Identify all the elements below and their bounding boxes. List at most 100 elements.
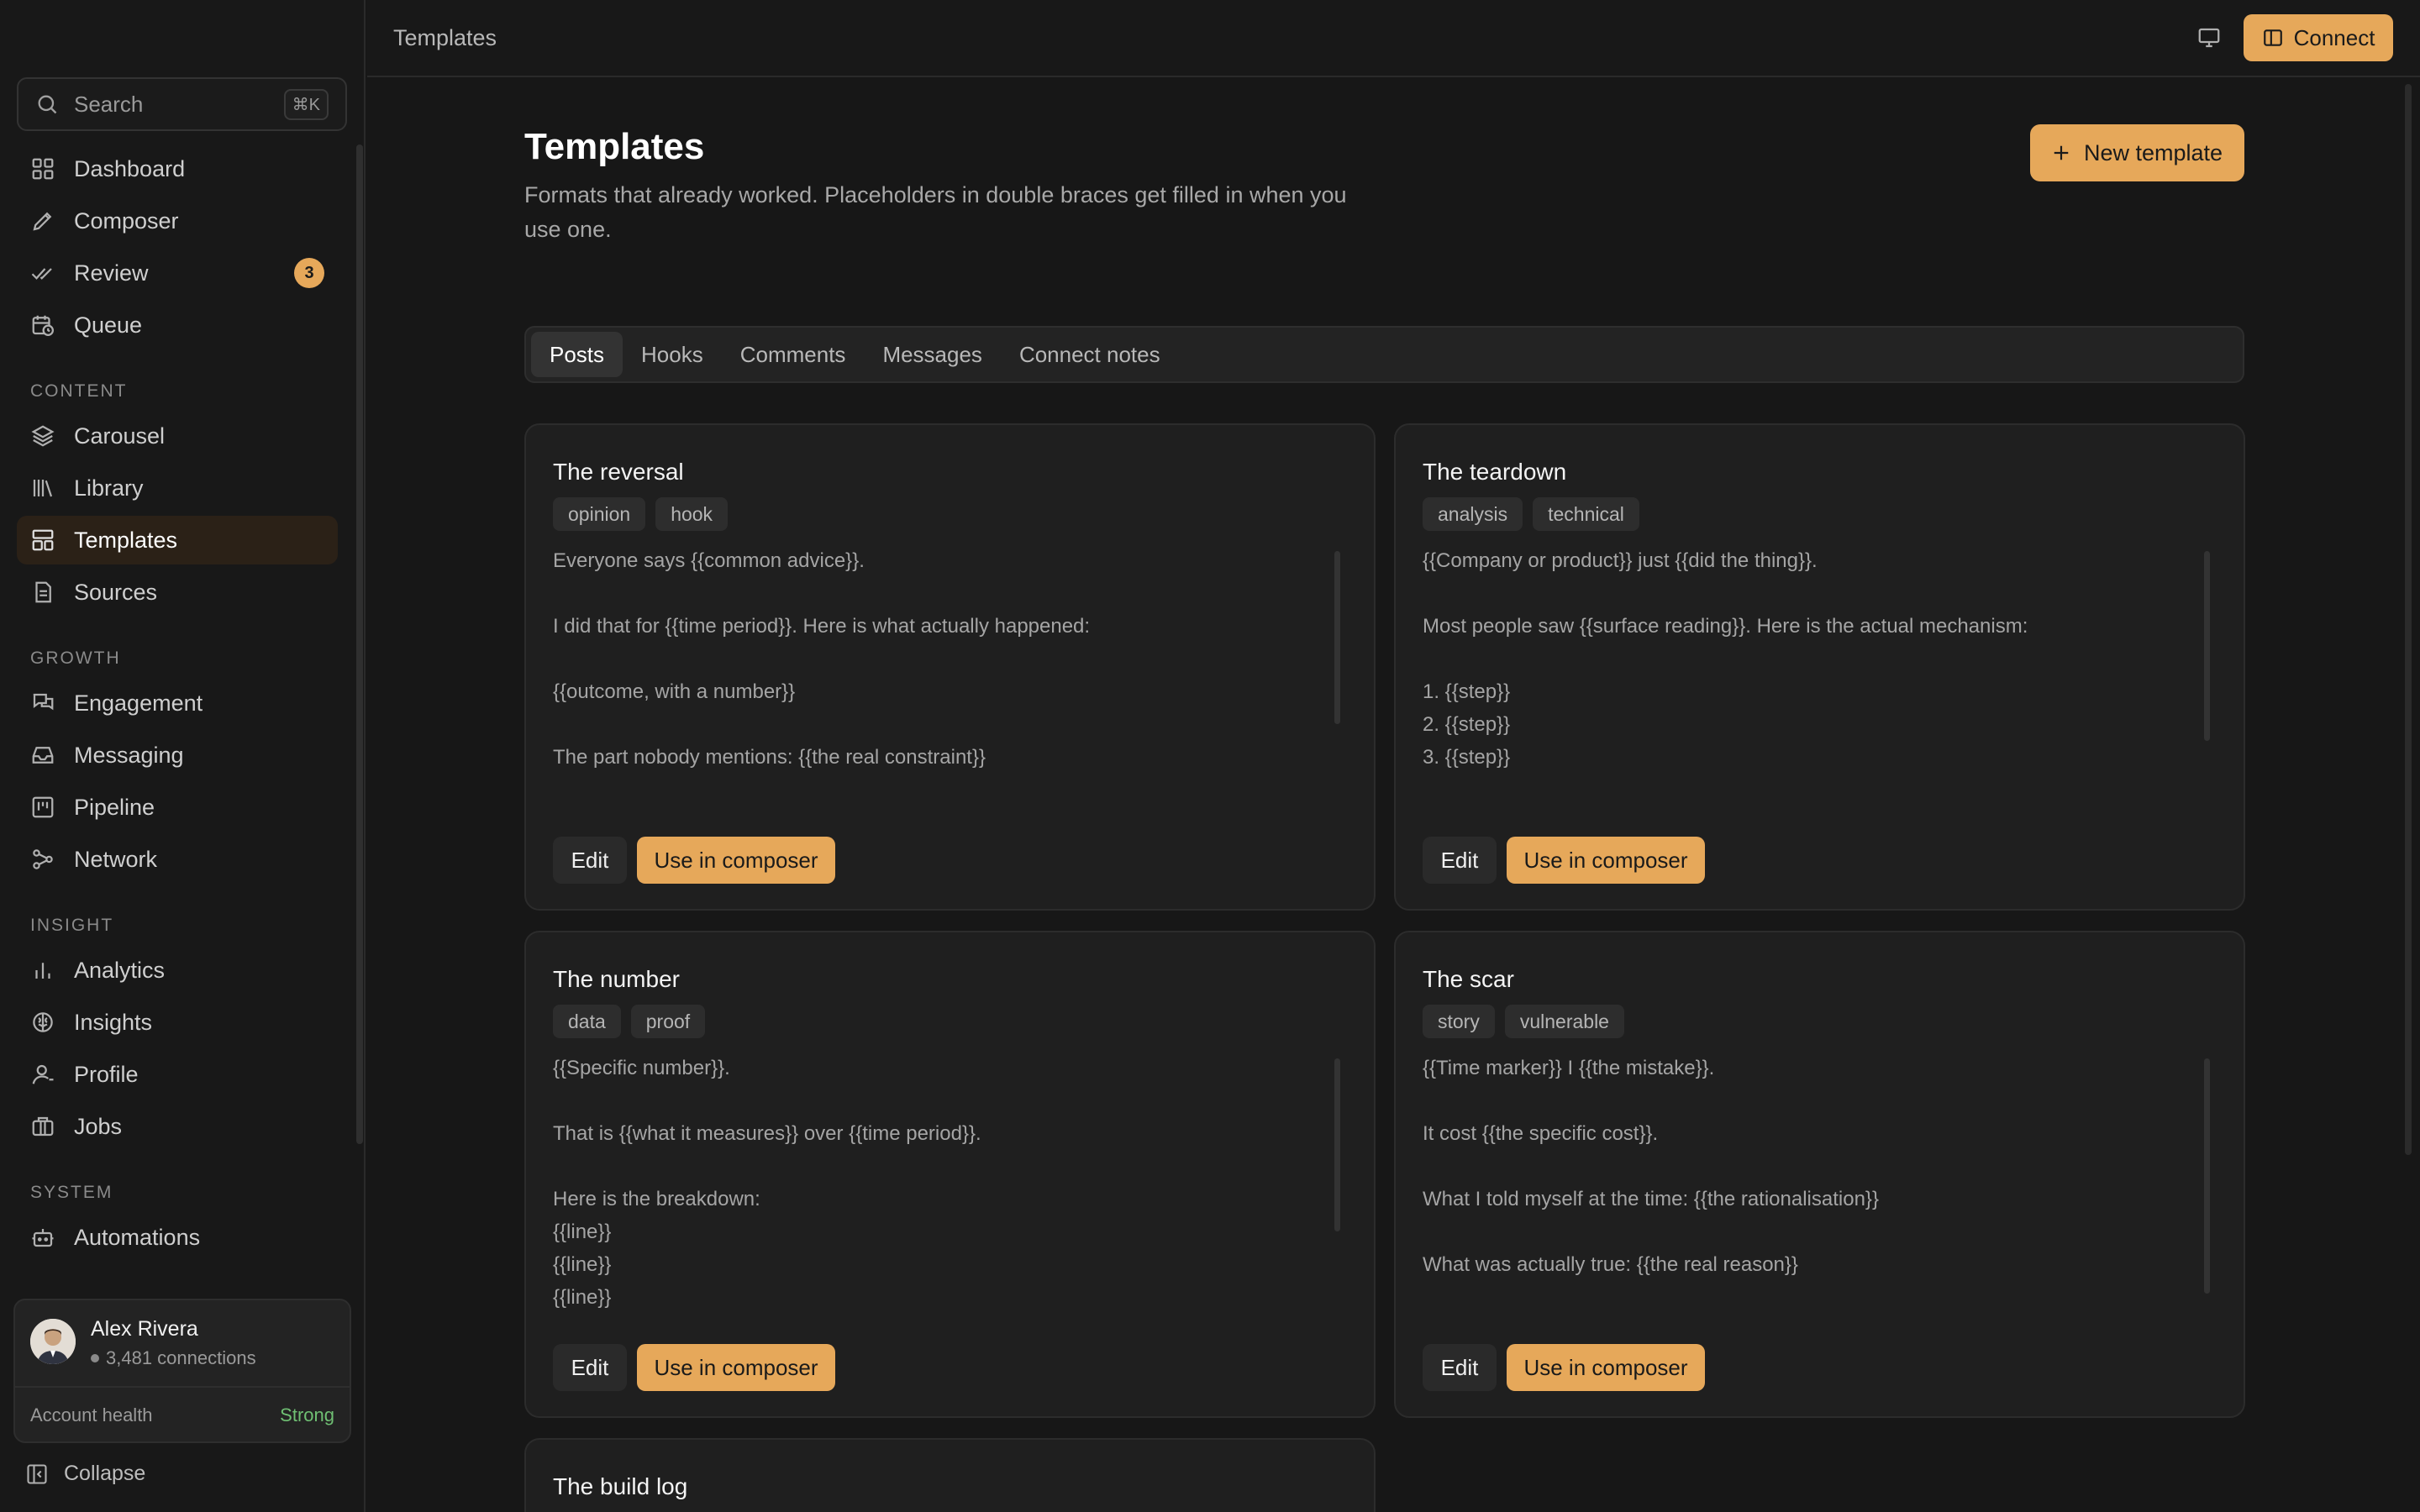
tab-comments[interactable]: Comments xyxy=(722,332,865,377)
sidebar-item-dashboard[interactable]: Dashboard xyxy=(17,144,338,193)
template-tabs: Posts Hooks Comments Messages Connect no… xyxy=(524,326,2244,383)
bot-icon xyxy=(32,1229,54,1247)
template-body: Everyone says {{common advice}}. I did t… xyxy=(553,549,1091,769)
edit-button[interactable]: Edit xyxy=(1423,837,1497,884)
sidebar-item-templates[interactable]: Templates xyxy=(17,516,338,564)
sidebar-item-jobs[interactable]: Jobs xyxy=(17,1102,338,1151)
tag: opinion xyxy=(553,497,646,531)
template-card: The number data proof {{Specific number}… xyxy=(524,931,1376,1418)
sidebar-item-queue[interactable]: Queue xyxy=(17,301,338,349)
bar-chart-icon xyxy=(35,963,50,979)
avatar xyxy=(30,1319,76,1364)
tab-connect-notes[interactable]: Connect notes xyxy=(1001,332,1179,377)
sidebar-item-label: Review xyxy=(74,260,149,286)
sidebar-item-messaging[interactable]: Messaging xyxy=(17,731,338,780)
template-card: The build log xyxy=(524,1438,1376,1512)
review-count-badge: 3 xyxy=(294,258,324,288)
tag: hook xyxy=(655,497,729,531)
new-template-label: New template xyxy=(2083,139,2223,165)
tag: vulnerable xyxy=(1504,1005,1624,1038)
tag-list: data proof xyxy=(553,1005,715,1038)
template-title: The build log xyxy=(553,1473,688,1499)
breadcrumb: Templates xyxy=(393,25,497,50)
template-card: The scar story vulnerable {{Time marker}… xyxy=(1394,931,2245,1418)
file-icon xyxy=(35,581,51,603)
sidebar-item-composer[interactable]: Composer xyxy=(17,197,338,245)
search-icon xyxy=(38,95,57,114)
card-actions: Edit Use in composer xyxy=(553,1344,835,1391)
sidebar-item-pipeline[interactable]: Pipeline xyxy=(17,783,338,832)
kanban-icon xyxy=(32,796,54,818)
sidebar-item-label: Carousel xyxy=(74,423,166,449)
template-body: {{Company or product}} just {{did the th… xyxy=(1423,549,2028,769)
sidebar-item-label: Messaging xyxy=(74,742,184,768)
edit-button[interactable]: Edit xyxy=(553,837,627,884)
sidebar-item-analytics[interactable]: Analytics xyxy=(17,946,338,995)
account-health-label: Account health xyxy=(30,1404,153,1425)
section-heading-content: CONTENT xyxy=(30,381,128,401)
user-icon xyxy=(32,1064,54,1084)
panel-icon xyxy=(2263,29,2282,46)
card-scrollbar[interactable] xyxy=(1334,1058,1340,1231)
card-scrollbar[interactable] xyxy=(2204,1058,2210,1294)
tag-list: story vulnerable xyxy=(1423,1005,1634,1038)
sidebar: Search ⌘K Dashboard Composer Review 3 Qu… xyxy=(0,0,366,1512)
edit-button[interactable]: Edit xyxy=(1423,1344,1497,1391)
section-heading-system: SYSTEM xyxy=(30,1183,113,1202)
template-card: The reversal opinion hook Everyone says … xyxy=(524,423,1376,911)
sidebar-item-carousel[interactable]: Carousel xyxy=(17,412,338,460)
use-in-composer-button[interactable]: Use in composer xyxy=(1507,1344,1705,1391)
user-connections: 3,481 connections xyxy=(91,1347,256,1369)
tab-posts[interactable]: Posts xyxy=(531,332,623,377)
status-dot xyxy=(91,1354,99,1362)
sidebar-item-insights[interactable]: Insights xyxy=(17,998,338,1047)
briefcase-icon xyxy=(32,1116,54,1137)
template-body: {{Specific number}}. That is {{what it m… xyxy=(553,1057,981,1309)
new-template-button[interactable]: New template xyxy=(2030,124,2244,181)
search-shortcut-hint: ⌘K xyxy=(283,88,329,120)
search-box[interactable]: Search ⌘K xyxy=(17,77,347,131)
section-heading-growth: GROWTH xyxy=(30,648,121,668)
sidebar-item-label: Jobs xyxy=(74,1113,123,1139)
sidebar-item-network[interactable]: Network xyxy=(17,835,338,884)
sidebar-item-label: Analytics xyxy=(74,957,166,983)
sidebar-item-engagement[interactable]: Engagement xyxy=(17,679,338,727)
sidebar-item-label: Profile xyxy=(74,1061,139,1087)
sidebar-item-library[interactable]: Library xyxy=(17,464,338,512)
edit-button[interactable]: Edit xyxy=(553,1344,627,1391)
layers-icon xyxy=(31,425,55,447)
template-title: The scar xyxy=(1423,966,1514,992)
sidebar-item-label: Automations xyxy=(74,1224,201,1250)
tag-list: opinion hook xyxy=(553,497,738,531)
search-placeholder: Search xyxy=(74,91,144,117)
use-in-composer-button[interactable]: Use in composer xyxy=(637,1344,835,1391)
account-card[interactable]: Alex Rivera 3,481 connections Account he… xyxy=(13,1299,351,1443)
sidebar-item-review[interactable]: Review 3 xyxy=(17,249,338,297)
sidebar-item-sources[interactable]: Sources xyxy=(17,568,338,617)
card-actions: Edit Use in composer xyxy=(553,837,835,884)
card-scrollbar[interactable] xyxy=(2204,551,2210,741)
connections-count: 3,481 connections xyxy=(106,1347,256,1368)
main-scrollbar[interactable] xyxy=(2405,84,2412,1155)
tab-hooks[interactable]: Hooks xyxy=(623,332,722,377)
sidebar-item-label: Pipeline xyxy=(74,794,155,820)
connect-button[interactable]: Connect xyxy=(2244,14,2393,61)
template-card: The teardown analysis technical {{Compan… xyxy=(1394,423,2245,911)
card-scrollbar[interactable] xyxy=(1334,551,1340,724)
tag: data xyxy=(553,1005,621,1038)
tab-messages[interactable]: Messages xyxy=(864,332,1001,377)
monitor-icon[interactable] xyxy=(2196,25,2223,50)
sidebar-item-label: Network xyxy=(74,846,158,872)
page-title: Templates xyxy=(524,126,705,167)
collapse-button[interactable]: Collapse xyxy=(25,1462,145,1486)
account-health-value: Strong xyxy=(280,1404,334,1425)
sidebar-item-label: Engagement xyxy=(74,690,203,716)
layout-icon xyxy=(32,529,54,551)
sidebar-item-automations[interactable]: Automations xyxy=(17,1213,338,1262)
use-in-composer-button[interactable]: Use in composer xyxy=(637,837,835,884)
tag: story xyxy=(1423,1005,1495,1038)
sidebar-item-label: Templates xyxy=(74,527,178,553)
sidebar-scrollbar[interactable] xyxy=(356,144,363,1144)
use-in-composer-button[interactable]: Use in composer xyxy=(1507,837,1705,884)
sidebar-item-profile[interactable]: Profile xyxy=(17,1050,338,1099)
